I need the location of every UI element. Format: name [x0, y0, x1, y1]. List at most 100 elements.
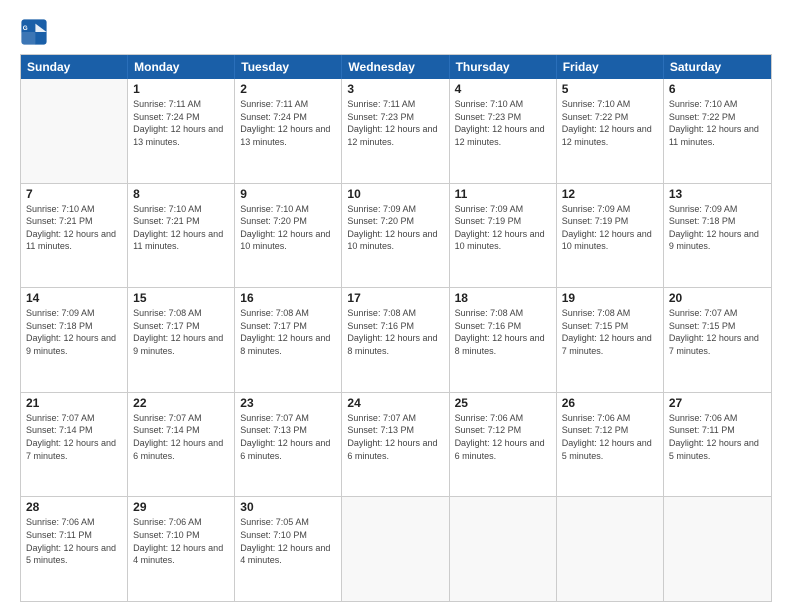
- day-number: 1: [133, 82, 229, 96]
- weekday-header-saturday: Saturday: [664, 55, 771, 79]
- day-number: 20: [669, 291, 766, 305]
- day-info: Sunrise: 7:09 AM Sunset: 7:19 PM Dayligh…: [562, 203, 658, 253]
- day-number: 9: [240, 187, 336, 201]
- day-number: 4: [455, 82, 551, 96]
- day-cell-7: 7 Sunrise: 7:10 AM Sunset: 7:21 PM Daylig…: [21, 184, 128, 288]
- day-number: 13: [669, 187, 766, 201]
- day-cell-20: 20 Sunrise: 7:07 AM Sunset: 7:15 PM Dayli…: [664, 288, 771, 392]
- day-number: 30: [240, 500, 336, 514]
- day-info: Sunrise: 7:11 AM Sunset: 7:24 PM Dayligh…: [133, 98, 229, 148]
- day-info: Sunrise: 7:09 AM Sunset: 7:18 PM Dayligh…: [26, 307, 122, 357]
- calendar-header: SundayMondayTuesdayWednesdayThursdayFrid…: [21, 55, 771, 79]
- weekday-header-thursday: Thursday: [450, 55, 557, 79]
- day-number: 3: [347, 82, 443, 96]
- day-info: Sunrise: 7:07 AM Sunset: 7:13 PM Dayligh…: [347, 412, 443, 462]
- day-info: Sunrise: 7:05 AM Sunset: 7:10 PM Dayligh…: [240, 516, 336, 566]
- empty-cell: [664, 497, 771, 601]
- day-info: Sunrise: 7:10 AM Sunset: 7:21 PM Dayligh…: [133, 203, 229, 253]
- day-info: Sunrise: 7:08 AM Sunset: 7:15 PM Dayligh…: [562, 307, 658, 357]
- day-cell-9: 9 Sunrise: 7:10 AM Sunset: 7:20 PM Daylig…: [235, 184, 342, 288]
- day-number: 22: [133, 396, 229, 410]
- day-cell-5: 5 Sunrise: 7:10 AM Sunset: 7:22 PM Daylig…: [557, 79, 664, 183]
- day-cell-12: 12 Sunrise: 7:09 AM Sunset: 7:19 PM Dayli…: [557, 184, 664, 288]
- day-cell-23: 23 Sunrise: 7:07 AM Sunset: 7:13 PM Dayli…: [235, 393, 342, 497]
- day-cell-1: 1 Sunrise: 7:11 AM Sunset: 7:24 PM Daylig…: [128, 79, 235, 183]
- day-info: Sunrise: 7:09 AM Sunset: 7:18 PM Dayligh…: [669, 203, 766, 253]
- day-cell-14: 14 Sunrise: 7:09 AM Sunset: 7:18 PM Dayli…: [21, 288, 128, 392]
- day-cell-21: 21 Sunrise: 7:07 AM Sunset: 7:14 PM Dayli…: [21, 393, 128, 497]
- calendar-body: 1 Sunrise: 7:11 AM Sunset: 7:24 PM Daylig…: [21, 79, 771, 601]
- day-number: 12: [562, 187, 658, 201]
- day-number: 23: [240, 396, 336, 410]
- day-number: 6: [669, 82, 766, 96]
- day-info: Sunrise: 7:06 AM Sunset: 7:11 PM Dayligh…: [669, 412, 766, 462]
- day-info: Sunrise: 7:08 AM Sunset: 7:17 PM Dayligh…: [133, 307, 229, 357]
- day-cell-24: 24 Sunrise: 7:07 AM Sunset: 7:13 PM Dayli…: [342, 393, 449, 497]
- day-number: 25: [455, 396, 551, 410]
- day-cell-19: 19 Sunrise: 7:08 AM Sunset: 7:15 PM Dayli…: [557, 288, 664, 392]
- calendar-row-0: 1 Sunrise: 7:11 AM Sunset: 7:24 PM Daylig…: [21, 79, 771, 184]
- calendar-row-1: 7 Sunrise: 7:10 AM Sunset: 7:21 PM Daylig…: [21, 184, 771, 289]
- day-cell-28: 28Sunrise: 7:06 AM Sunset: 7:11 PM Dayli…: [21, 497, 128, 601]
- empty-cell: [21, 79, 128, 183]
- empty-cell: [450, 497, 557, 601]
- weekday-header-wednesday: Wednesday: [342, 55, 449, 79]
- calendar-row-2: 14 Sunrise: 7:09 AM Sunset: 7:18 PM Dayli…: [21, 288, 771, 393]
- day-number: 7: [26, 187, 122, 201]
- day-cell-30: 30 Sunrise: 7:05 AM Sunset: 7:10 PM Dayli…: [235, 497, 342, 601]
- day-cell-10: 10 Sunrise: 7:09 AM Sunset: 7:20 PM Dayli…: [342, 184, 449, 288]
- day-info: Sunrise: 7:06 AM Sunset: 7:12 PM Dayligh…: [455, 412, 551, 462]
- empty-cell: [557, 497, 664, 601]
- day-info: Sunrise: 7:10 AM Sunset: 7:22 PM Dayligh…: [562, 98, 658, 148]
- page: G SundayMondayTuesdayWednesdayThursdayFr…: [0, 0, 792, 612]
- day-cell-6: 6Sunrise: 7:10 AM Sunset: 7:22 PM Daylig…: [664, 79, 771, 183]
- day-number: 2: [240, 82, 336, 96]
- day-info: Sunrise: 7:09 AM Sunset: 7:20 PM Dayligh…: [347, 203, 443, 253]
- day-cell-11: 11Sunrise: 7:09 AM Sunset: 7:19 PM Dayli…: [450, 184, 557, 288]
- day-cell-25: 25 Sunrise: 7:06 AM Sunset: 7:12 PM Dayli…: [450, 393, 557, 497]
- day-cell-13: 13 Sunrise: 7:09 AM Sunset: 7:18 PM Dayli…: [664, 184, 771, 288]
- header: G: [20, 18, 772, 46]
- day-number: 5: [562, 82, 658, 96]
- day-number: 18: [455, 291, 551, 305]
- day-info: Sunrise: 7:10 AM Sunset: 7:20 PM Dayligh…: [240, 203, 336, 253]
- day-number: 29: [133, 500, 229, 514]
- day-number: 15: [133, 291, 229, 305]
- weekday-header-monday: Monday: [128, 55, 235, 79]
- day-info: Sunrise: 7:11 AM Sunset: 7:24 PM Dayligh…: [240, 98, 336, 148]
- day-info: Sunrise: 7:07 AM Sunset: 7:15 PM Dayligh…: [669, 307, 766, 357]
- day-number: 8: [133, 187, 229, 201]
- day-number: 10: [347, 187, 443, 201]
- day-cell-16: 16 Sunrise: 7:08 AM Sunset: 7:17 PM Dayli…: [235, 288, 342, 392]
- calendar-row-3: 21 Sunrise: 7:07 AM Sunset: 7:14 PM Dayli…: [21, 393, 771, 498]
- weekday-header-friday: Friday: [557, 55, 664, 79]
- day-cell-18: 18Sunrise: 7:08 AM Sunset: 7:16 PM Dayli…: [450, 288, 557, 392]
- day-number: 21: [26, 396, 122, 410]
- day-info: Sunrise: 7:06 AM Sunset: 7:10 PM Dayligh…: [133, 516, 229, 566]
- day-number: 16: [240, 291, 336, 305]
- day-cell-22: 22 Sunrise: 7:07 AM Sunset: 7:14 PM Dayli…: [128, 393, 235, 497]
- calendar-row-4: 28Sunrise: 7:06 AM Sunset: 7:11 PM Dayli…: [21, 497, 771, 601]
- day-cell-17: 17Sunrise: 7:08 AM Sunset: 7:16 PM Dayli…: [342, 288, 449, 392]
- calendar: SundayMondayTuesdayWednesdayThursdayFrid…: [20, 54, 772, 602]
- day-info: Sunrise: 7:06 AM Sunset: 7:12 PM Dayligh…: [562, 412, 658, 462]
- day-cell-26: 26 Sunrise: 7:06 AM Sunset: 7:12 PM Dayli…: [557, 393, 664, 497]
- day-cell-8: 8 Sunrise: 7:10 AM Sunset: 7:21 PM Daylig…: [128, 184, 235, 288]
- day-info: Sunrise: 7:09 AM Sunset: 7:19 PM Dayligh…: [455, 203, 551, 253]
- weekday-header-sunday: Sunday: [21, 55, 128, 79]
- day-number: 19: [562, 291, 658, 305]
- svg-text:G: G: [23, 25, 28, 32]
- day-info: Sunrise: 7:06 AM Sunset: 7:11 PM Dayligh…: [26, 516, 122, 566]
- day-info: Sunrise: 7:08 AM Sunset: 7:17 PM Dayligh…: [240, 307, 336, 357]
- day-info: Sunrise: 7:07 AM Sunset: 7:14 PM Dayligh…: [26, 412, 122, 462]
- day-number: 26: [562, 396, 658, 410]
- day-info: Sunrise: 7:07 AM Sunset: 7:13 PM Dayligh…: [240, 412, 336, 462]
- day-info: Sunrise: 7:07 AM Sunset: 7:14 PM Dayligh…: [133, 412, 229, 462]
- day-info: Sunrise: 7:10 AM Sunset: 7:21 PM Dayligh…: [26, 203, 122, 253]
- day-info: Sunrise: 7:10 AM Sunset: 7:23 PM Dayligh…: [455, 98, 551, 148]
- day-cell-29: 29 Sunrise: 7:06 AM Sunset: 7:10 PM Dayli…: [128, 497, 235, 601]
- day-cell-2: 2 Sunrise: 7:11 AM Sunset: 7:24 PM Daylig…: [235, 79, 342, 183]
- day-number: 24: [347, 396, 443, 410]
- day-cell-27: 27Sunrise: 7:06 AM Sunset: 7:11 PM Dayli…: [664, 393, 771, 497]
- day-number: 14: [26, 291, 122, 305]
